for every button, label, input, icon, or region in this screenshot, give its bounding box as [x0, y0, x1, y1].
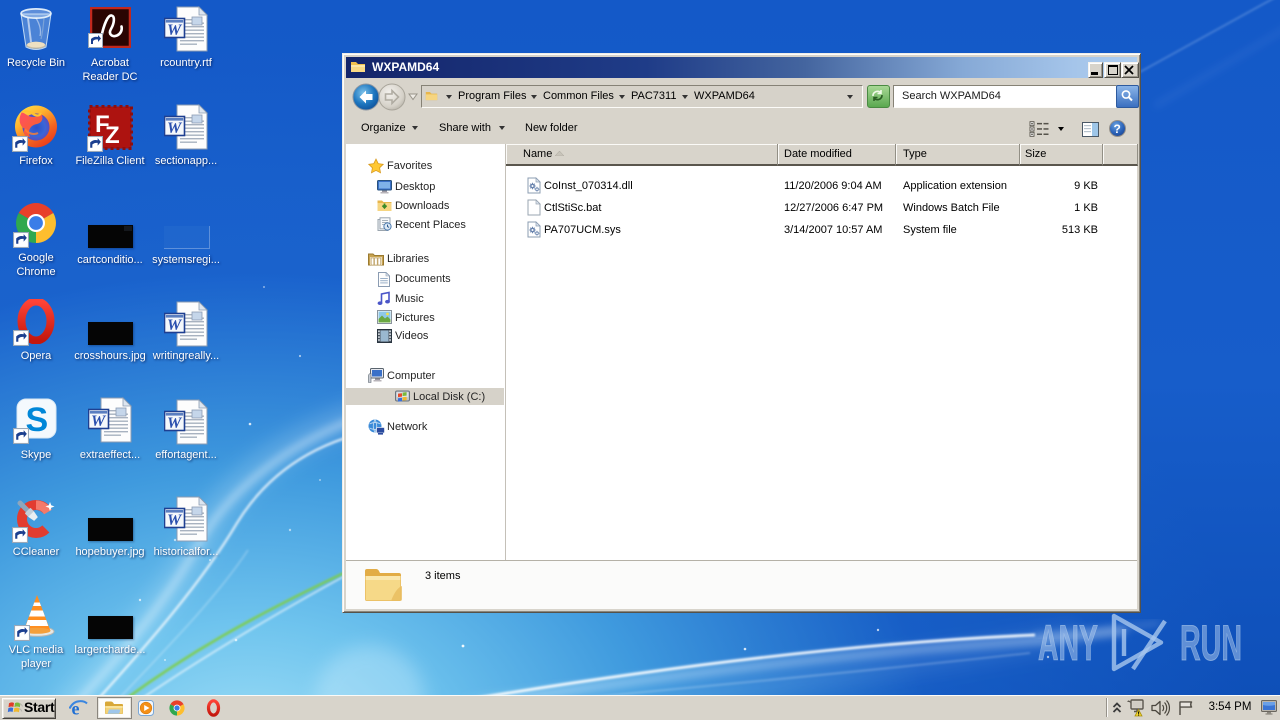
svg-text:?: ?: [1114, 122, 1121, 136]
svg-text:W: W: [167, 415, 183, 432]
svg-text:W: W: [167, 317, 183, 334]
svg-text:W: W: [91, 413, 107, 430]
svg-text:W: W: [167, 120, 183, 137]
svg-text:W: W: [167, 512, 183, 529]
svg-text:W: W: [167, 22, 183, 39]
svg-text:Z: Z: [105, 122, 120, 149]
svg-text:ANY: ANY: [1038, 615, 1098, 671]
svg-text:RUN: RUN: [1180, 615, 1242, 671]
